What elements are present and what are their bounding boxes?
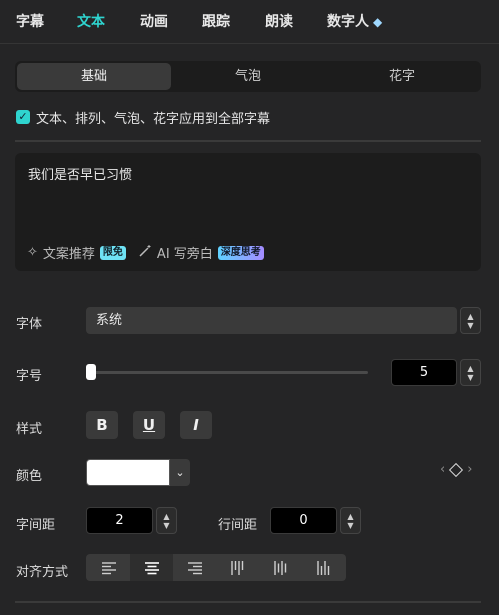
vertical-align-middle-icon [273,560,286,575]
alignment-group [86,554,346,581]
tab-read-aloud[interactable]: 朗读 [265,11,293,31]
align-left-button[interactable] [87,554,130,581]
magic-wand-icon [138,244,152,262]
apply-all-label[interactable]: 文本、排列、气泡、花字应用到全部字幕 [36,108,270,127]
tab-digital-human-label: 数字人 [327,14,369,30]
copy-suggest-button[interactable]: ✧ 文案推荐 限免 [27,243,126,262]
vertical-align-bottom-button[interactable] [302,554,345,581]
size-slider-track[interactable] [88,371,368,374]
ai-narration-button[interactable]: AI 写旁白 深度思考 [138,243,264,262]
tab-subtitles[interactable]: 字幕 [16,11,44,31]
vertical-align-bottom-icon [316,560,329,575]
color-swatch[interactable] [86,459,170,486]
subtitle-text-area[interactable]: 我们是否早已习惯 ✧ 文案推荐 限免 AI 写旁白 深度思考 [15,153,481,271]
size-label: 字号 [16,369,43,384]
divider [15,601,481,603]
size-input[interactable]: 5 [391,359,457,386]
up-down-arrows-icon[interactable]: ▲ ▼ [460,307,481,334]
font-select[interactable]: 系统 [86,307,457,334]
tab-tracking[interactable]: 跟踪 [202,11,230,31]
bold-button[interactable]: B [86,411,118,439]
chevron-left-icon[interactable]: ‹ [440,462,445,477]
subtab-fancy-text[interactable]: 花字 [325,63,479,90]
align-center-button[interactable] [130,554,173,581]
align-right-icon [187,561,202,574]
diamond-icon: ◆ [373,15,383,29]
tab-text[interactable]: 文本 [77,11,105,31]
deep-thinking-badge: 深度思考 [217,245,264,260]
tab-animation[interactable]: 动画 [140,11,168,31]
italic-button[interactable]: I [180,411,212,439]
top-tab-bar: 字幕 文本 动画 跟踪 朗读 数字人 ◆ [0,0,499,44]
line-spacing-input[interactable]: 0 [270,507,337,534]
sparkle-icon: ✧ [27,245,38,260]
align-center-icon [144,561,159,574]
copy-suggest-label: 文案推荐 [42,247,95,262]
style-label: 样式 [16,422,43,437]
subtitle-text[interactable]: 我们是否早已习惯 [28,164,132,183]
vertical-align-top-button[interactable] [216,554,259,581]
letter-spacing-label: 字间距 [16,518,56,533]
free-badge: 限免 [99,245,126,260]
check-icon[interactable]: ✓ [16,110,30,124]
subtab-bubble[interactable]: 气泡 [171,63,325,90]
underline-button[interactable]: U [133,411,165,439]
line-spacing-label: 行间距 [218,518,258,533]
chevron-right-icon[interactable]: › [467,462,472,477]
vertical-align-middle-button[interactable] [259,554,302,581]
style-segmented-control: 基础 气泡 花字 [15,61,481,92]
up-down-arrows-icon[interactable]: ▲ ▼ [156,507,177,534]
keyframe-diamond-icon[interactable] [449,462,464,477]
keyframe-controls: ‹ › [440,462,472,477]
ai-narration-label: AI 写旁白 [156,247,213,262]
up-down-arrows-icon[interactable]: ▲ ▼ [460,359,481,386]
divider [15,140,481,142]
font-label: 字体 [16,317,43,332]
alignment-label: 对齐方式 [16,565,69,580]
tab-digital-human[interactable]: 数字人 ◆ [327,11,382,31]
text-actions: ✧ 文案推荐 限免 AI 写旁白 深度思考 [27,243,264,262]
size-slider-thumb[interactable] [86,364,96,380]
align-right-button[interactable] [173,554,216,581]
vertical-align-top-icon [230,560,243,575]
chevron-down-icon[interactable]: ⌄ [170,459,190,486]
up-down-arrows-icon[interactable]: ▲ ▼ [340,507,361,534]
color-label: 颜色 [16,469,43,484]
letter-spacing-input[interactable]: 2 [86,507,153,534]
subtab-basic[interactable]: 基础 [17,63,171,90]
align-left-icon [101,561,116,574]
apply-all-row: ✓ 文本、排列、气泡、花字应用到全部字幕 [16,108,270,127]
